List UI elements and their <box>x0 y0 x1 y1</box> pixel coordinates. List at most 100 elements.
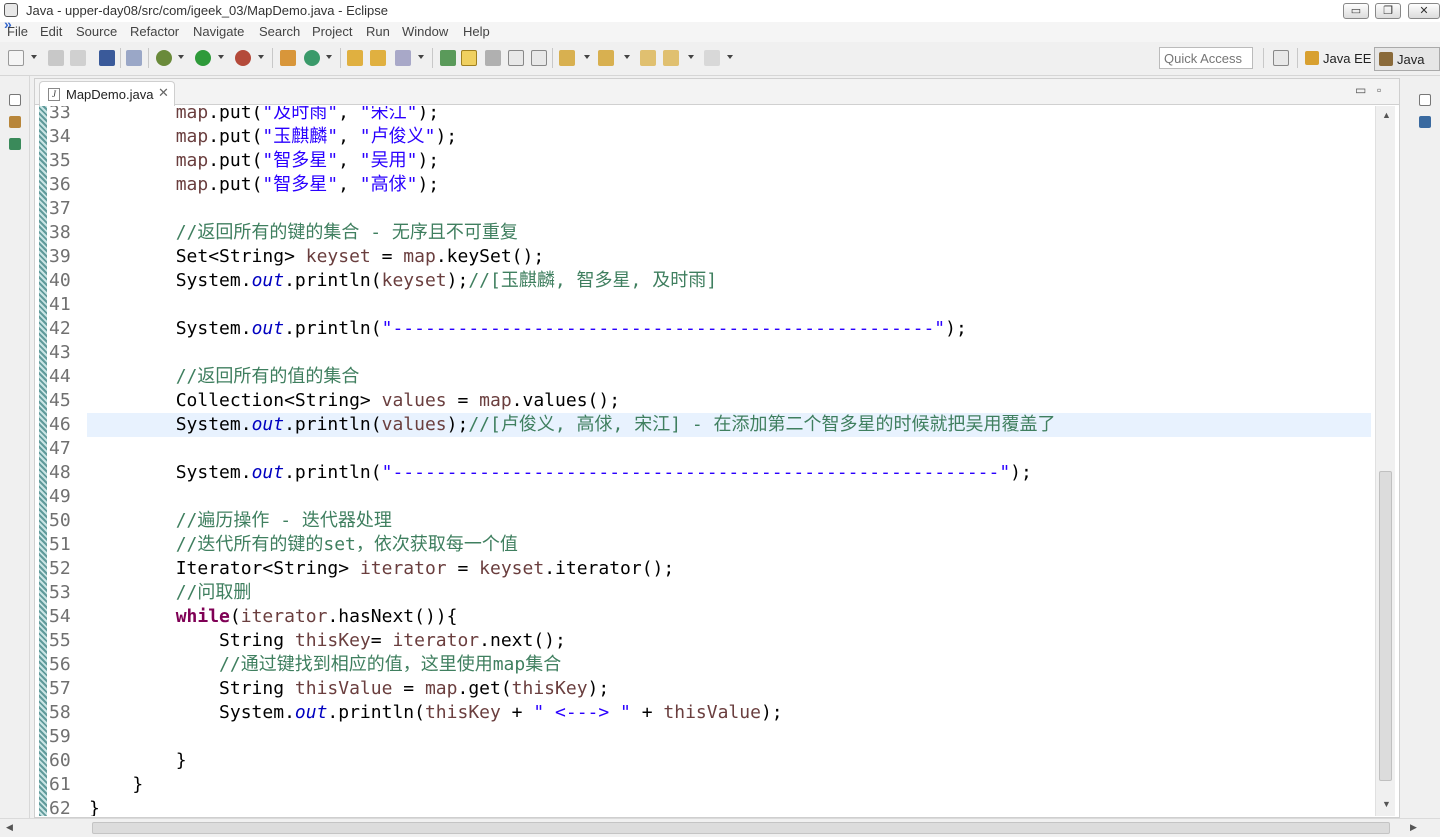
previous-annotation-icon[interactable] <box>598 50 614 66</box>
forward-icon[interactable] <box>704 50 720 66</box>
code-line[interactable]: 62} <box>35 797 1371 816</box>
code-area[interactable]: 33 map.put("及时雨", "宋江"); 34 map.put("玉麒麟"… <box>35 106 1399 816</box>
tab-close-icon[interactable]: ✕ <box>158 85 169 101</box>
back-icon[interactable] <box>663 50 679 66</box>
quick-access-input[interactable] <box>1159 47 1253 69</box>
new-java-class-icon[interactable] <box>304 50 320 66</box>
previous-annotation-dropdown-icon[interactable] <box>624 55 630 59</box>
forward-dropdown-icon[interactable] <box>727 55 733 59</box>
menu-run[interactable]: Run <box>366 24 390 39</box>
package-explorer-icon[interactable] <box>9 116 21 128</box>
scroll-right-icon[interactable]: ▶ <box>1410 822 1417 833</box>
open-task-icon[interactable] <box>370 50 386 66</box>
menu-edit[interactable]: Edit <box>40 24 62 39</box>
menu-help[interactable]: Help <box>463 24 490 39</box>
external-tools-dropdown-icon[interactable] <box>258 55 264 59</box>
code-line[interactable]: 36 map.put("智多星", "高俅"); <box>35 173 1371 197</box>
code-line[interactable]: 38 //返回所有的键的集合 - 无序且不可重复 <box>35 221 1371 245</box>
external-tools-icon[interactable] <box>235 50 251 66</box>
code-line[interactable]: 47 <box>35 437 1371 461</box>
perspective-java-ee[interactable]: Java EE <box>1301 47 1375 71</box>
menu-navigate[interactable]: Navigate <box>193 24 244 39</box>
code-line[interactable]: 35 map.put("智多星", "吴用"); <box>35 149 1371 173</box>
new-java-package-icon[interactable] <box>280 50 296 66</box>
maximize-button[interactable]: ❐ <box>1375 3 1401 19</box>
horizontal-scroll-thumb[interactable] <box>92 822 1390 834</box>
tab-mapdemo-java[interactable]: J MapDemo.java ✕ <box>39 81 175 106</box>
new-icon[interactable] <box>8 50 24 66</box>
run-icon[interactable] <box>195 50 211 66</box>
code-line[interactable]: 49 <box>35 485 1371 509</box>
code-line[interactable]: 60 } <box>35 749 1371 773</box>
code-line[interactable]: 42 System.out.println("-----------------… <box>35 317 1371 341</box>
code-line[interactable]: 54 while(iterator.hasNext()){ <box>35 605 1371 629</box>
editor-maximize-icon[interactable]: ▫ <box>1377 83 1381 97</box>
line-text: System.out.println(thisKey + " <---> " +… <box>89 701 783 725</box>
vertical-scrollbar[interactable]: ▲ ▼ <box>1375 106 1395 816</box>
code-line[interactable]: 46 System.out.println(values);//[卢俊义, 高俅… <box>49 413 1371 437</box>
menu-search[interactable]: Search <box>259 24 300 39</box>
code-line[interactable]: 59 <box>35 725 1371 749</box>
show-whitespace-icon[interactable] <box>508 50 524 66</box>
skip-breakpoints-icon[interactable] <box>126 50 142 66</box>
last-edit-location-icon[interactable] <box>640 50 656 66</box>
code-line[interactable]: 61 } <box>35 773 1371 797</box>
code-line[interactable]: 58 System.out.println(thisKey + " <---> … <box>35 701 1371 725</box>
code-line[interactable]: 53 //问取删 <box>35 581 1371 605</box>
next-annotation-icon[interactable] <box>559 50 575 66</box>
close-button[interactable]: ✕ <box>1408 3 1440 19</box>
code-line[interactable]: 40 System.out.println(keyset);//[玉麒麟, 智多… <box>35 269 1371 293</box>
menu-file[interactable]: File <box>7 24 28 39</box>
save-icon[interactable] <box>48 50 64 66</box>
menu-refactor[interactable]: Refactor <box>130 24 179 39</box>
code-line[interactable]: 44 //返回所有的值的集合 <box>35 365 1371 389</box>
outline-icon[interactable] <box>1419 116 1431 128</box>
vertical-scroll-thumb[interactable] <box>1379 471 1392 781</box>
debug-dropdown-icon[interactable] <box>178 55 184 59</box>
next-annotation-dropdown-icon[interactable] <box>584 55 590 59</box>
search-icon[interactable] <box>395 50 411 66</box>
scroll-down-icon[interactable]: ▼ <box>1382 799 1391 809</box>
debug-icon[interactable] <box>156 50 172 66</box>
horizontal-scrollbar[interactable]: ◀ ▶ <box>0 818 1440 837</box>
toggle-mark-occurrences-icon[interactable] <box>440 50 456 66</box>
code-token: //[玉麒麟, 智多星, 及时雨] <box>468 270 718 291</box>
search-dropdown-icon[interactable] <box>418 55 424 59</box>
code-line[interactable]: 51 //迭代所有的键的set，依次获取每一个值 <box>35 533 1371 557</box>
open-perspective-icon[interactable] <box>1273 50 1289 66</box>
code-line[interactable]: 41 <box>35 293 1371 317</box>
new-dropdown-icon[interactable] <box>31 55 37 59</box>
code-line[interactable]: 43 <box>35 341 1371 365</box>
highlight-icon[interactable] <box>461 50 477 66</box>
menu-source[interactable]: Source <box>76 24 117 39</box>
code-line[interactable]: 34 map.put("玉麒麟", "卢俊义"); <box>35 125 1371 149</box>
scroll-left-icon[interactable]: ◀ <box>6 822 13 833</box>
open-type-icon[interactable] <box>347 50 363 66</box>
save-all-icon[interactable] <box>70 50 86 66</box>
right-restore-icon[interactable] <box>1419 94 1431 106</box>
editor-minimize-icon[interactable]: ▭ <box>1355 83 1366 97</box>
hierarchy-icon[interactable] <box>9 138 21 150</box>
code-line[interactable]: 50 //遍历操作 - 迭代器处理 <box>35 509 1371 533</box>
code-line[interactable]: 48 System.out.println("-----------------… <box>35 461 1371 485</box>
scroll-up-icon[interactable]: ▲ <box>1382 110 1391 120</box>
code-line[interactable]: 45 Collection<String> values = map.value… <box>35 389 1371 413</box>
menu-window[interactable]: Window <box>402 24 448 39</box>
code-line[interactable]: 56 //通过键找到相应的值，这里使用map集合 <box>35 653 1371 677</box>
code-line[interactable]: 55 String thisKey= iterator.next(); <box>35 629 1371 653</box>
new-class-dropdown-icon[interactable] <box>326 55 332 59</box>
block-selection-icon[interactable] <box>485 50 501 66</box>
code-line[interactable]: 52 Iterator<String> iterator = keyset.it… <box>35 557 1371 581</box>
code-line[interactable]: 33 map.put("及时雨", "宋江"); <box>35 106 1371 125</box>
back-dropdown-icon[interactable] <box>688 55 694 59</box>
code-line[interactable]: 37 <box>35 197 1371 221</box>
code-line[interactable]: 39 Set<String> keyset = map.keySet(); <box>35 245 1371 269</box>
perspective-java[interactable]: Java <box>1374 47 1440 71</box>
console-icon[interactable] <box>99 50 115 66</box>
code-line[interactable]: 57 String thisValue = map.get(thisKey); <box>35 677 1371 701</box>
restore-icon[interactable] <box>9 94 21 106</box>
minimize-button[interactable]: ▭ <box>1343 3 1369 19</box>
run-dropdown-icon[interactable] <box>218 55 224 59</box>
paragraph-icon[interactable] <box>531 50 547 66</box>
menu-project[interactable]: Project <box>312 24 352 39</box>
